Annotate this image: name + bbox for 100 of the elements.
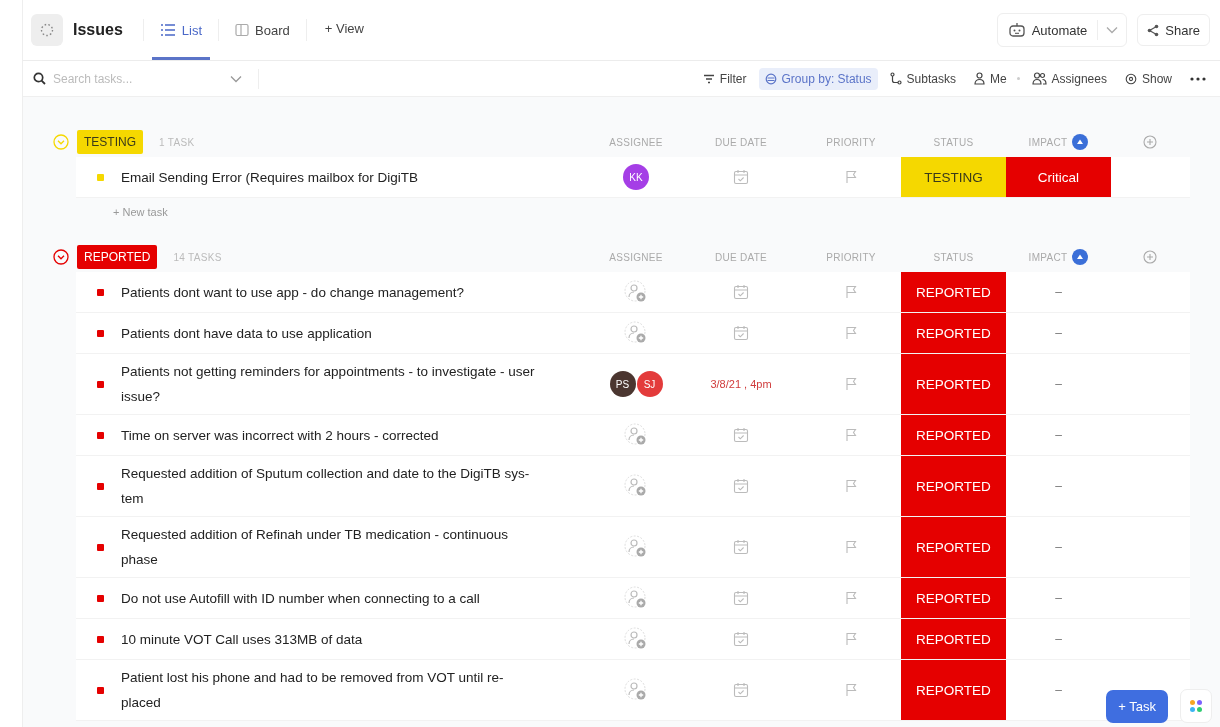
flag-icon[interactable] <box>845 683 857 697</box>
status-cell[interactable]: REPORTED <box>901 517 1006 577</box>
sort-icon[interactable] <box>1072 134 1089 150</box>
calendar-icon[interactable] <box>733 325 749 341</box>
task-row[interactable]: Patients dont have data to use application REPORTED – <box>76 313 1190 354</box>
toolbar-button[interactable]: Me <box>967 67 1013 90</box>
apps-icon[interactable] <box>1180 689 1212 723</box>
toolbar-button[interactable]: Group by: Status <box>758 67 878 90</box>
avatar[interactable]: KK <box>623 164 649 190</box>
new-task-button[interactable]: + New task <box>113 204 168 220</box>
calendar-icon[interactable] <box>733 682 749 698</box>
flag-icon[interactable] <box>845 479 857 493</box>
view-tab[interactable]: Board <box>227 0 298 60</box>
impact-empty[interactable]: – <box>1055 479 1062 493</box>
task-row[interactable]: Do not use Autofill with ID number when connecting to a call REPORTED – <box>76 578 1190 619</box>
status-square-icon <box>97 288 104 296</box>
sort-icon[interactable] <box>1072 249 1089 265</box>
calendar-icon[interactable] <box>733 169 749 185</box>
status-cell[interactable]: REPORTED <box>901 354 1006 414</box>
search-icon[interactable] <box>33 72 46 85</box>
add-column-icon[interactable] <box>1142 250 1157 264</box>
add-assignee-icon[interactable] <box>624 627 648 651</box>
status-badge[interactable]: REPORTED <box>77 245 158 269</box>
task-name[interactable]: 10 minute VOT Call uses 313MB of data <box>121 619 591 659</box>
status-cell[interactable]: REPORTED <box>901 415 1006 455</box>
task-name[interactable]: Patients dont have data to use application <box>121 313 591 353</box>
status-badge[interactable]: TESTING <box>77 130 143 154</box>
toolbar-button[interactable]: Assignees <box>1025 67 1113 90</box>
impact-cell[interactable]: Critical <box>1006 157 1111 197</box>
space-icon[interactable] <box>31 14 63 46</box>
impact-empty[interactable]: – <box>1055 591 1062 605</box>
calendar-icon[interactable] <box>733 539 749 555</box>
avatar[interactable]: SJ <box>636 371 663 397</box>
flag-icon[interactable] <box>845 632 857 646</box>
task-name[interactable]: Requested addition of Sputum collection and date to the DigiTB sys- tem <box>121 456 591 516</box>
calendar-icon[interactable] <box>733 590 749 606</box>
chevron-down-icon <box>1106 26 1119 34</box>
status-cell[interactable]: REPORTED <box>901 660 1006 720</box>
collapse-icon[interactable] <box>53 249 69 265</box>
page-title: Issues <box>73 21 123 39</box>
calendar-icon[interactable] <box>733 427 749 443</box>
flag-icon[interactable] <box>845 377 857 391</box>
status-square-icon <box>97 686 104 694</box>
flag-icon[interactable] <box>845 326 857 340</box>
flag-icon[interactable] <box>845 428 857 442</box>
status-cell[interactable]: REPORTED <box>901 272 1006 312</box>
impact-empty[interactable]: – <box>1055 683 1062 697</box>
add-assignee-icon[interactable] <box>624 474 648 498</box>
task-row[interactable]: Time on server was incorrect with 2 hours - corrected REPORTED – <box>76 415 1190 456</box>
impact-empty[interactable]: – <box>1055 632 1062 646</box>
task-row[interactable]: Patients dont want to use app - do change management? REPORTED – <box>76 272 1190 313</box>
task-name[interactable]: Patients not getting reminders for appointments - to investigate - user issue? <box>121 354 591 414</box>
due-date[interactable]: 3/8/21 , 4pm <box>710 378 772 390</box>
avatar[interactable]: PS <box>609 371 636 397</box>
calendar-icon[interactable] <box>733 478 749 494</box>
task-name[interactable]: Time on server was incorrect with 2 hours - corrected <box>121 415 591 455</box>
toolbar-button[interactable]: Filter <box>696 67 753 90</box>
task-name[interactable]: Do not use Autofill with ID number when connecting to a call <box>121 578 591 618</box>
add-assignee-icon[interactable] <box>624 423 648 447</box>
task-row[interactable]: Requested addition of Refinah under TB medication - continuous phase REPORTED – <box>76 517 1190 578</box>
status-cell[interactable]: REPORTED <box>901 578 1006 618</box>
status-cell[interactable]: REPORTED <box>901 619 1006 659</box>
add-assignee-icon[interactable] <box>624 535 648 559</box>
add-task-button[interactable]: + Task <box>1106 690 1168 723</box>
toolbar-button[interactable]: Subtasks <box>883 67 962 90</box>
impact-empty[interactable]: – <box>1055 540 1062 554</box>
view-tab[interactable]: List <box>151 0 211 60</box>
toolbar-button[interactable]: Show <box>1118 67 1178 90</box>
task-name[interactable]: Email Sending Error (Requires mailbox for DigiTB <box>121 157 591 197</box>
flag-icon[interactable] <box>845 591 857 605</box>
chevron-down-icon[interactable] <box>230 74 242 83</box>
task-row[interactable]: Email Sending Error (Requires mailbox for DigiTB KK TESTING Critical <box>76 157 1190 198</box>
status-square-icon <box>97 329 104 337</box>
task-name[interactable]: Requested addition of Refinah under TB medication - continuous phase <box>121 517 591 577</box>
flag-icon[interactable] <box>845 285 857 299</box>
search-field[interactable]: Search tasks... <box>53 69 223 88</box>
add-view-button[interactable]: + View <box>314 0 374 60</box>
status-cell[interactable]: REPORTED <box>901 456 1006 516</box>
task-row[interactable]: 10 minute VOT Call uses 313MB of data REPORTED – <box>76 619 1190 660</box>
subtasks-icon <box>889 72 902 85</box>
add-assignee-icon[interactable] <box>624 321 648 345</box>
share-button[interactable]: Share <box>1137 14 1210 46</box>
flag-icon[interactable] <box>845 540 857 554</box>
calendar-icon[interactable] <box>733 284 749 300</box>
task-name[interactable]: Patients dont want to use app - do change management? <box>121 272 591 312</box>
add-column-icon[interactable] <box>1142 135 1157 149</box>
task-row[interactable]: Requested addition of Sputum collection and date to the DigiTB sys- tem REPORTED – <box>76 456 1190 517</box>
add-assignee-icon[interactable] <box>624 280 648 304</box>
impact-empty[interactable]: – <box>1055 377 1062 391</box>
calendar-icon[interactable] <box>733 631 749 647</box>
add-assignee-icon[interactable] <box>624 586 648 610</box>
flag-icon[interactable] <box>845 170 857 184</box>
impact-empty[interactable]: – <box>1055 428 1062 442</box>
impact-empty[interactable]: – <box>1055 326 1062 340</box>
task-row[interactable]: Patients not getting reminders for appointments - to investigate - user issue? PS SJ 3/8/21 , 4pm REPORTED – <box>76 354 1190 415</box>
task-name[interactable]: Patient lost his phone and had to be removed from VOT until re- placed <box>121 660 591 720</box>
status-cell[interactable]: TESTING <box>901 157 1006 197</box>
add-assignee-icon[interactable] <box>624 678 648 702</box>
status-cell[interactable]: REPORTED <box>901 313 1006 353</box>
impact-empty[interactable]: – <box>1055 285 1062 299</box>
